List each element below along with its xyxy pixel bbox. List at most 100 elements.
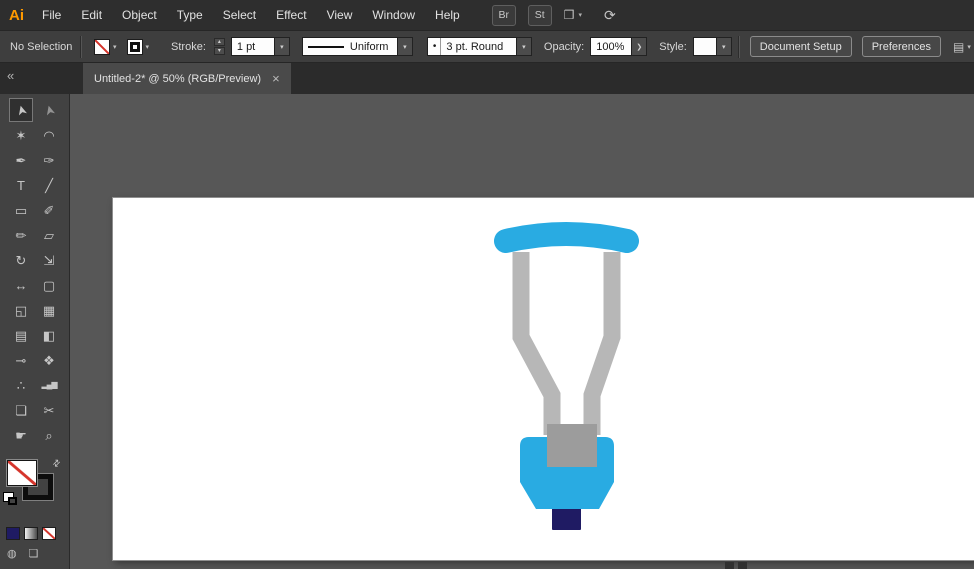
pen-tool[interactable]: ✒ xyxy=(9,148,33,172)
stroke-label[interactable]: Stroke: xyxy=(171,41,206,53)
more-options-icon[interactable]: ▤ xyxy=(953,40,964,54)
column-graph-tool[interactable]: ▂▄▆ xyxy=(37,373,61,397)
stepper-down-icon[interactable]: ▾ xyxy=(214,47,225,55)
blend-tool[interactable]: ❖ xyxy=(37,348,61,372)
width-tool[interactable]: ↔ xyxy=(9,273,33,297)
fill-caret-icon[interactable]: ▾ xyxy=(113,43,117,51)
gradient-tool-icon: ◧ xyxy=(43,329,55,342)
slice-tool[interactable]: ✂ xyxy=(37,398,61,422)
document-tab-title: Untitled-2* @ 50% (RGB/Preview) xyxy=(94,73,261,85)
zoom-tool[interactable]: ⌕ xyxy=(37,423,61,447)
brush-definition-dropdown[interactable]: • 3 pt. Round xyxy=(427,37,517,56)
canvas-marks xyxy=(725,562,747,569)
collapse-panel-icon[interactable]: « xyxy=(7,68,14,83)
lasso-tool[interactable]: ◠ xyxy=(37,123,61,147)
opacity-chevron-icon[interactable]: ❯ xyxy=(632,37,647,56)
selection-tool-icon: ➤ xyxy=(13,103,28,117)
type-tool[interactable]: T xyxy=(9,173,33,197)
brush-caret-icon[interactable]: ▾ xyxy=(517,37,532,56)
scale-tool[interactable]: ⇲ xyxy=(37,248,61,272)
direct-selection-tool-icon: ➤ xyxy=(41,103,56,117)
gradient-tool[interactable]: ◧ xyxy=(37,323,61,347)
menu-window[interactable]: Window xyxy=(362,0,425,30)
width-profile-caret-icon[interactable]: ▾ xyxy=(398,37,413,56)
stroke-weight-stepper[interactable]: ▴ ▾ xyxy=(214,38,225,55)
stock-button[interactable]: St xyxy=(528,5,552,26)
opacity-label[interactable]: Opacity: xyxy=(544,41,584,53)
menu-type[interactable]: Type xyxy=(167,0,213,30)
mesh-tool[interactable]: ▤ xyxy=(9,323,33,347)
variable-width-profile-dropdown[interactable]: Uniform xyxy=(302,37,398,56)
draw-mode-icon[interactable]: ◍ xyxy=(7,547,17,560)
tools-grid: ➤ ➤ ✶◠✒ ✑ T╱ ▭ ✐✏▱↻⇲↔ ▢ ◱▦ ▤ ◧ ⊸❖ ∴ ▂▄▆❏ ✂ ☛⌕ xyxy=(9,98,62,447)
none-button[interactable] xyxy=(42,527,56,540)
rectangle-tool[interactable]: ▭ xyxy=(9,198,33,222)
stroke-weight-field[interactable]: 1 pt xyxy=(231,37,275,56)
eyedropper-tool[interactable]: ⊸ xyxy=(9,348,33,372)
menu-select[interactable]: Select xyxy=(213,0,266,30)
hand-tool[interactable]: ☛ xyxy=(9,423,33,447)
workspace-switcher-icon[interactable]: ❒ xyxy=(564,8,575,22)
crutch-underarm-pad[interactable] xyxy=(506,234,627,241)
preferences-button[interactable]: Preferences xyxy=(862,36,941,57)
opacity-field[interactable]: 100% xyxy=(590,37,632,56)
paintbrush-tool[interactable]: ✐ xyxy=(37,198,61,222)
slice-tool-icon: ✂ xyxy=(44,404,55,417)
stepper-up-icon[interactable]: ▴ xyxy=(214,38,225,46)
fill-color-swatch[interactable] xyxy=(94,39,110,55)
curvature-tool-icon: ✑ xyxy=(44,154,55,167)
menu-view[interactable]: View xyxy=(317,0,363,30)
brush-dot-icon: • xyxy=(433,41,437,52)
symbol-sprayer-tool[interactable]: ∴ xyxy=(9,373,33,397)
menu-help[interactable]: Help xyxy=(425,0,470,30)
document-tab[interactable]: Untitled-2* @ 50% (RGB/Preview) × xyxy=(83,63,291,94)
bridge-button[interactable]: Br xyxy=(492,5,516,26)
symbol-sprayer-tool-icon: ∴ xyxy=(17,379,25,392)
artboard-tool[interactable]: ❏ xyxy=(9,398,33,422)
free-transform-tool-icon: ▢ xyxy=(43,279,55,292)
direct-selection-tool[interactable]: ➤ xyxy=(37,98,61,122)
style-dropdown[interactable] xyxy=(693,37,717,56)
style-caret-icon[interactable]: ▾ xyxy=(717,37,732,56)
crutch-artwork[interactable] xyxy=(70,94,974,569)
stroke-caret-icon[interactable]: ▾ xyxy=(146,43,150,51)
free-transform-tool[interactable]: ▢ xyxy=(37,273,61,297)
crutch-right-leg[interactable] xyxy=(592,252,612,435)
menu-edit[interactable]: Edit xyxy=(71,0,112,30)
document-setup-button[interactable]: Document Setup xyxy=(750,36,852,57)
rectangle-tool-icon: ▭ xyxy=(15,204,27,217)
default-fill-stroke-icon[interactable] xyxy=(3,492,14,502)
mesh-tool-icon: ▤ xyxy=(15,329,27,342)
color-button[interactable] xyxy=(6,527,20,540)
sync-status-icon[interactable]: ⟳ xyxy=(604,7,616,24)
eraser-tool[interactable]: ▱ xyxy=(37,223,61,247)
stroke-weight-caret-icon[interactable]: ▾ xyxy=(275,37,290,56)
fill-indicator[interactable] xyxy=(7,460,37,486)
illustrator-logo: Ai xyxy=(9,7,24,24)
crutch-center-post[interactable] xyxy=(547,424,597,467)
menu-effect[interactable]: Effect xyxy=(266,0,316,30)
more-options-caret-icon[interactable]: ▾ xyxy=(967,43,971,51)
workspace-caret-icon[interactable]: ▾ xyxy=(579,11,583,19)
menu-file[interactable]: File xyxy=(32,0,71,30)
menu-object[interactable]: Object xyxy=(112,0,167,30)
width-profile-value: Uniform xyxy=(350,41,389,53)
stroke-color-swatch[interactable] xyxy=(127,39,143,55)
magic-wand-tool[interactable]: ✶ xyxy=(9,123,33,147)
rotate-tool[interactable]: ↻ xyxy=(9,248,33,272)
canvas[interactable] xyxy=(70,94,974,569)
tab-close-icon[interactable]: × xyxy=(272,72,280,85)
gradient-button[interactable] xyxy=(24,527,38,540)
illustrator-app: Ai File Edit Object Type Select Effect V… xyxy=(0,0,974,569)
curvature-tool[interactable]: ✑ xyxy=(37,148,61,172)
screen-mode-icon[interactable]: ❏ xyxy=(29,547,39,560)
selection-tool[interactable]: ➤ xyxy=(9,98,33,122)
crutch-tip[interactable] xyxy=(552,506,581,530)
shape-builder-tool[interactable]: ◱ xyxy=(9,298,33,322)
swap-fill-stroke-icon[interactable]: ⇄ xyxy=(50,457,63,470)
menubar: Ai File Edit Object Type Select Effect V… xyxy=(0,0,974,30)
crutch-left-leg[interactable] xyxy=(521,252,552,435)
shaper-tool[interactable]: ✏ xyxy=(9,223,33,247)
line-segment-tool[interactable]: ╱ xyxy=(37,173,61,197)
perspective-grid-tool[interactable]: ▦ xyxy=(37,298,61,322)
